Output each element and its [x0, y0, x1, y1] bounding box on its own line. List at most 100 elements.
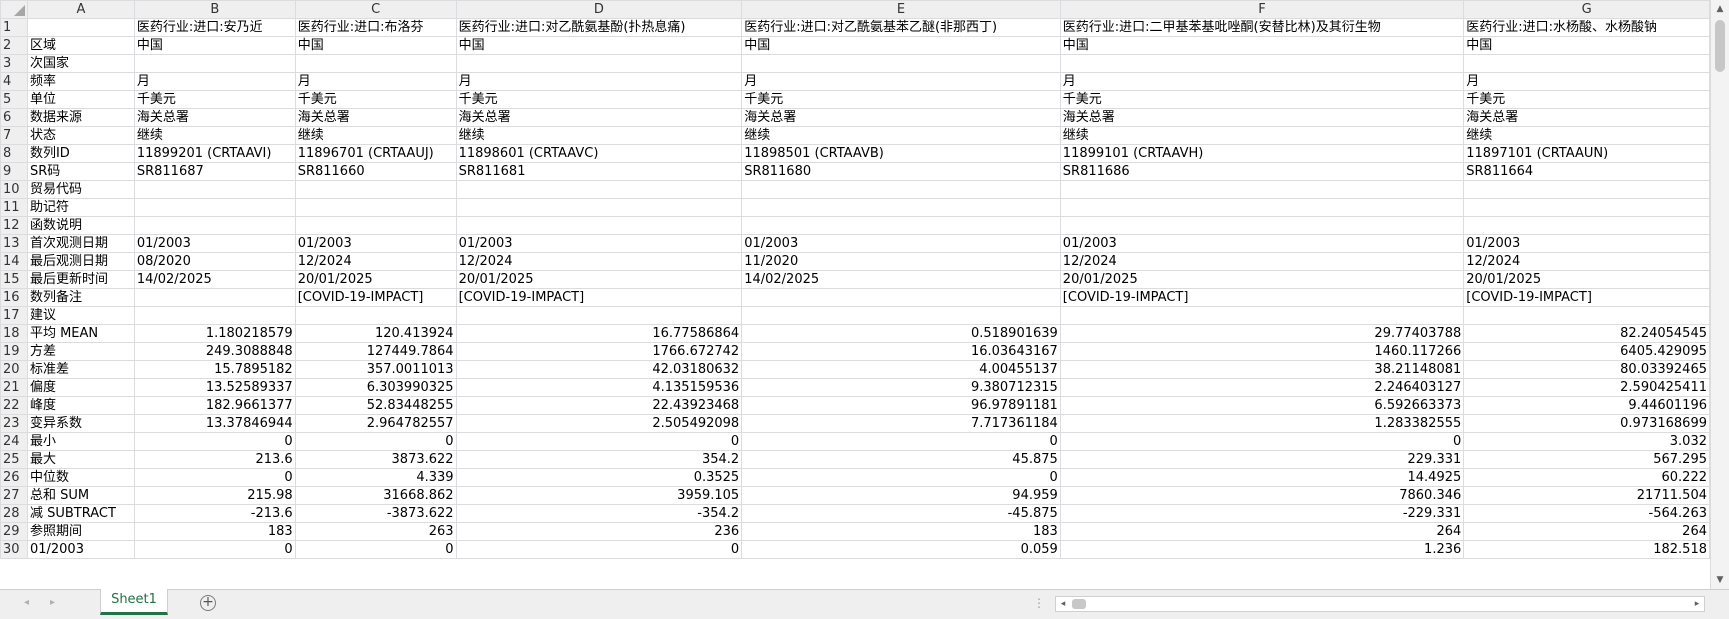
cell-e6[interactable]: 海关总署 [741, 108, 1061, 127]
cell-e25[interactable]: 45.875 [741, 450, 1061, 469]
cell-g24[interactable]: 3.032 [1463, 432, 1710, 451]
cell-f21[interactable]: 2.246403127 [1059, 378, 1465, 397]
cell-d18[interactable]: 16.77586864 [455, 324, 743, 343]
cell-b25[interactable]: 213.6 [133, 450, 296, 469]
row-header[interactable]: 10 [0, 180, 28, 199]
cell-a2[interactable]: 区域 [26, 36, 135, 55]
cell-b7[interactable]: 继续 [133, 126, 296, 145]
cell-b22[interactable]: 182.9661377 [133, 396, 296, 415]
cell-d28[interactable]: -354.2 [455, 504, 743, 523]
cell-d30[interactable]: 0 [455, 540, 743, 559]
cell-f9[interactable]: SR811686 [1059, 162, 1465, 181]
cell-e7[interactable]: 继续 [741, 126, 1061, 145]
cell-d25[interactable]: 354.2 [455, 450, 743, 469]
cell-b28[interactable]: -213.6 [133, 504, 296, 523]
cell-d17[interactable] [455, 306, 743, 325]
cell-d9[interactable]: SR811681 [455, 162, 743, 181]
cell-b13[interactable]: 01/2003 [133, 234, 296, 253]
cell-g27[interactable]: 21711.504 [1463, 486, 1710, 505]
cell-d15[interactable]: 20/01/2025 [455, 270, 743, 289]
row-header[interactable]: 28 [0, 504, 28, 523]
cell-g11[interactable] [1463, 198, 1710, 217]
cell-c5[interactable]: 千美元 [294, 90, 457, 109]
cell-e14[interactable]: 11/2020 [741, 252, 1061, 271]
cell-e18[interactable]: 0.518901639 [741, 324, 1061, 343]
row-header[interactable]: 26 [0, 468, 28, 487]
column-header-b[interactable]: B [133, 0, 296, 19]
cell-d7[interactable]: 继续 [455, 126, 743, 145]
cell-d10[interactable] [455, 180, 743, 199]
cell-c15[interactable]: 20/01/2025 [294, 270, 457, 289]
cell-a1[interactable] [26, 18, 135, 37]
cell-a20[interactable]: 标准差 [26, 360, 135, 379]
cell-b29[interactable]: 183 [133, 522, 296, 541]
cell-f4[interactable]: 月 [1059, 72, 1465, 91]
row-header[interactable]: 1 [0, 18, 28, 37]
cell-f7[interactable]: 继续 [1059, 126, 1465, 145]
cell-d5[interactable]: 千美元 [455, 90, 743, 109]
cell-a3[interactable]: 次国家 [26, 54, 135, 73]
row-header[interactable]: 7 [0, 126, 28, 145]
cell-e15[interactable]: 14/02/2025 [741, 270, 1061, 289]
cell-e24[interactable]: 0 [741, 432, 1061, 451]
cell-b24[interactable]: 0 [133, 432, 296, 451]
vertical-scrollbar[interactable]: ▲ ▼ [1710, 0, 1729, 589]
cell-b12[interactable] [133, 216, 296, 235]
cell-d21[interactable]: 4.135159536 [455, 378, 743, 397]
row-header[interactable]: 6 [0, 108, 28, 127]
cell-b14[interactable]: 08/2020 [133, 252, 296, 271]
cell-g25[interactable]: 567.295 [1463, 450, 1710, 469]
cell-a27[interactable]: 总和 SUM [26, 486, 135, 505]
cell-a10[interactable]: 贸易代码 [26, 180, 135, 199]
cell-b9[interactable]: SR811687 [133, 162, 296, 181]
cell-a7[interactable]: 状态 [26, 126, 135, 145]
row-header[interactable]: 29 [0, 522, 28, 541]
cell-a25[interactable]: 最大 [26, 450, 135, 469]
cell-d27[interactable]: 3959.105 [455, 486, 743, 505]
row-header[interactable]: 16 [0, 288, 28, 307]
cell-g1[interactable]: 医药行业:进口:水杨酸、水杨酸钠 [1463, 18, 1710, 37]
split-handle-icon[interactable]: ⋮ [1033, 596, 1045, 610]
cell-a26[interactable]: 中位数 [26, 468, 135, 487]
scroll-right-icon[interactable]: ▸ [1690, 597, 1704, 611]
cell-g14[interactable]: 12/2024 [1463, 252, 1710, 271]
cell-e19[interactable]: 16.03643167 [741, 342, 1061, 361]
row-header[interactable]: 9 [0, 162, 28, 181]
cell-g6[interactable]: 海关总署 [1463, 108, 1710, 127]
cell-g10[interactable] [1463, 180, 1710, 199]
sheet-tab-sheet1[interactable]: Sheet1 [100, 589, 168, 615]
cell-g29[interactable]: 264 [1463, 522, 1710, 541]
scroll-down-icon[interactable]: ▼ [1711, 571, 1729, 589]
column-header-c[interactable]: C [294, 0, 457, 19]
cell-g5[interactable]: 千美元 [1463, 90, 1710, 109]
column-header-e[interactable]: E [741, 0, 1061, 19]
cell-f1[interactable]: 医药行业:进口:二甲基苯基吡唑酮(安替比林)及其衍生物 [1059, 18, 1465, 37]
column-header-f[interactable]: F [1059, 0, 1465, 19]
cell-b5[interactable]: 千美元 [133, 90, 296, 109]
cell-d20[interactable]: 42.03180632 [455, 360, 743, 379]
row-header[interactable]: 25 [0, 450, 28, 469]
cell-g7[interactable]: 继续 [1463, 126, 1710, 145]
cell-f27[interactable]: 7860.346 [1059, 486, 1465, 505]
cell-e9[interactable]: SR811680 [741, 162, 1061, 181]
cell-f22[interactable]: 6.592663373 [1059, 396, 1465, 415]
cell-f24[interactable]: 0 [1059, 432, 1465, 451]
cell-a15[interactable]: 最后更新时间 [26, 270, 135, 289]
cell-f16[interactable]: [COVID-19-IMPACT] [1059, 288, 1465, 307]
cell-b27[interactable]: 215.98 [133, 486, 296, 505]
cell-g12[interactable] [1463, 216, 1710, 235]
cell-b4[interactable]: 月 [133, 72, 296, 91]
cell-f6[interactable]: 海关总署 [1059, 108, 1465, 127]
cell-b20[interactable]: 15.7895182 [133, 360, 296, 379]
cell-c29[interactable]: 263 [294, 522, 457, 541]
cell-d4[interactable]: 月 [455, 72, 743, 91]
cell-c23[interactable]: 2.964782557 [294, 414, 457, 433]
cell-a19[interactable]: 方差 [26, 342, 135, 361]
row-header[interactable]: 15 [0, 270, 28, 289]
cell-e11[interactable] [741, 198, 1061, 217]
cell-g26[interactable]: 60.222 [1463, 468, 1710, 487]
horizontal-scrollbar[interactable]: ◂ ▸ [1055, 596, 1705, 612]
cell-b18[interactable]: 1.180218579 [133, 324, 296, 343]
cell-e4[interactable]: 月 [741, 72, 1061, 91]
cell-c14[interactable]: 12/2024 [294, 252, 457, 271]
